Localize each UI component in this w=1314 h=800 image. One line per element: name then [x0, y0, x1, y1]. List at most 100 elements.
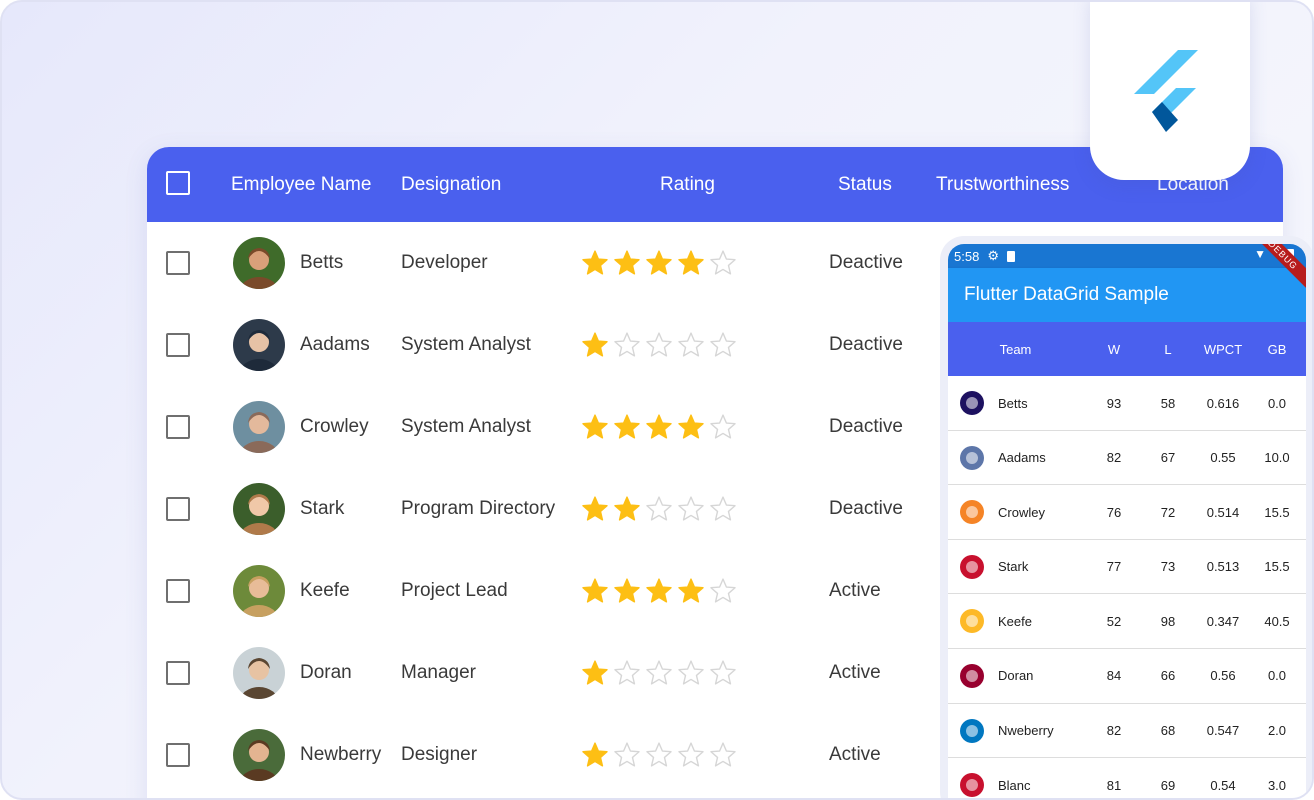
star-empty-icon[interactable]	[677, 495, 705, 523]
row-checkbox[interactable]	[166, 251, 190, 275]
row-checkbox[interactable]	[166, 415, 190, 439]
games-behind: 2.0	[1267, 723, 1287, 739]
star-filled-icon[interactable]	[645, 249, 673, 277]
team-row[interactable]: Crowley 76 72 0.514 15.5	[948, 485, 1306, 540]
column-header-trustworthiness[interactable]: Trustworthiness	[936, 147, 1069, 222]
magic-logo-icon	[960, 718, 984, 743]
star-empty-icon[interactable]	[645, 331, 673, 359]
column-header-l[interactable]: L	[1148, 322, 1188, 376]
team-row[interactable]: Doran 84 66 0.56 0.0	[948, 649, 1306, 704]
rating-stars[interactable]	[581, 468, 737, 550]
star-empty-icon[interactable]	[709, 659, 737, 687]
column-header-status[interactable]: Status	[838, 147, 892, 222]
rating-stars[interactable]	[581, 304, 737, 386]
star-empty-icon[interactable]	[677, 659, 705, 687]
row-checkbox[interactable]	[166, 661, 190, 685]
column-header-gb[interactable]: GB	[1254, 322, 1300, 376]
losses: 58	[1160, 395, 1176, 411]
star-filled-icon[interactable]	[645, 413, 673, 441]
designation: Project Lead	[401, 580, 508, 601]
star-filled-icon[interactable]	[581, 659, 609, 687]
row-checkbox[interactable]	[166, 579, 190, 603]
star-filled-icon[interactable]	[581, 577, 609, 605]
star-empty-icon[interactable]	[709, 577, 737, 605]
star-empty-icon[interactable]	[709, 413, 737, 441]
row-checkbox[interactable]	[166, 743, 190, 767]
star-filled-icon[interactable]	[677, 577, 705, 605]
status-time: 5:58	[954, 248, 980, 264]
star-empty-icon[interactable]	[677, 331, 705, 359]
column-header-wpct[interactable]: WPCT	[1196, 322, 1250, 376]
rating-stars[interactable]	[581, 222, 737, 304]
column-header-rating[interactable]: Rating	[660, 147, 715, 222]
team-name: Blanc	[998, 777, 1031, 793]
games-behind: 3.0	[1267, 777, 1287, 793]
employee-name: Doran	[300, 662, 352, 683]
team-row[interactable]: Aadams 82 67 0.55 10.0	[948, 431, 1306, 486]
column-header-employee-name[interactable]: Employee Name	[231, 147, 371, 222]
win-percentage: 0.513	[1206, 559, 1240, 575]
designation: Program Directory	[401, 498, 556, 519]
avatar	[233, 237, 285, 289]
star-empty-icon[interactable]	[613, 659, 641, 687]
designation: Manager	[401, 662, 476, 683]
rating-stars[interactable]	[581, 550, 737, 632]
star-empty-icon[interactable]	[645, 495, 673, 523]
star-empty-icon[interactable]	[645, 659, 673, 687]
status-text: Deactive	[829, 498, 903, 519]
star-filled-icon[interactable]	[613, 495, 641, 523]
team-row[interactable]: Nweberry 82 68 0.547 2.0	[948, 704, 1306, 759]
column-header-designation[interactable]: Designation	[401, 147, 501, 222]
star-filled-icon[interactable]	[613, 413, 641, 441]
rating-stars[interactable]	[581, 632, 737, 714]
rating-stars[interactable]	[581, 714, 737, 796]
star-empty-icon[interactable]	[709, 741, 737, 769]
win-percentage: 0.547	[1206, 723, 1240, 739]
team-row[interactable]: Betts 93 58 0.616 0.0	[948, 376, 1306, 431]
star-filled-icon[interactable]	[613, 249, 641, 277]
star-filled-icon[interactable]	[581, 249, 609, 277]
losses: 72	[1160, 504, 1176, 520]
flutter-logo-card	[1090, 2, 1250, 180]
star-filled-icon[interactable]	[677, 413, 705, 441]
star-empty-icon[interactable]	[709, 331, 737, 359]
row-checkbox[interactable]	[166, 333, 190, 357]
status-text: Active	[829, 580, 881, 601]
star-filled-icon[interactable]	[613, 577, 641, 605]
team-name: Betts	[998, 395, 1028, 411]
wins: 84	[1106, 668, 1122, 684]
star-empty-icon[interactable]	[645, 741, 673, 769]
games-behind: 40.5	[1264, 613, 1290, 629]
star-empty-icon[interactable]	[613, 741, 641, 769]
employee-name: Newberry	[300, 744, 382, 765]
select-all-checkbox[interactable]	[166, 171, 190, 195]
star-empty-icon[interactable]	[677, 741, 705, 769]
win-percentage: 0.514	[1206, 504, 1240, 520]
team-row[interactable]: Blanc 81 69 0.54 3.0	[948, 758, 1306, 798]
designation: System Analyst	[401, 416, 531, 437]
wifi-icon: ▼	[1254, 247, 1266, 261]
team-row[interactable]: Keefe 52 98 0.347 40.5	[948, 594, 1306, 649]
rating-stars[interactable]	[581, 386, 737, 468]
column-header-team[interactable]: Team	[948, 322, 1083, 376]
star-filled-icon[interactable]	[581, 495, 609, 523]
star-filled-icon[interactable]	[581, 331, 609, 359]
star-empty-icon[interactable]	[613, 331, 641, 359]
wins: 52	[1106, 613, 1122, 629]
employee-name: Stark	[300, 498, 345, 519]
avatar	[233, 401, 285, 453]
star-empty-icon[interactable]	[709, 495, 737, 523]
phone-status-bar: 5:58 ⚙ ▼	[948, 244, 1306, 268]
row-checkbox[interactable]	[166, 497, 190, 521]
star-filled-icon[interactable]	[677, 249, 705, 277]
star-filled-icon[interactable]	[645, 577, 673, 605]
star-empty-icon[interactable]	[709, 249, 737, 277]
background-canvas: Employee Name Designation Rating Status …	[0, 0, 1314, 800]
column-header-w[interactable]: W	[1094, 322, 1134, 376]
avatar	[233, 319, 285, 371]
wins: 76	[1106, 504, 1122, 520]
star-filled-icon[interactable]	[581, 741, 609, 769]
star-filled-icon[interactable]	[581, 413, 609, 441]
team-row[interactable]: Stark 77 73 0.513 15.5	[948, 540, 1306, 595]
app-bar: Flutter DataGrid Sample	[948, 268, 1306, 322]
